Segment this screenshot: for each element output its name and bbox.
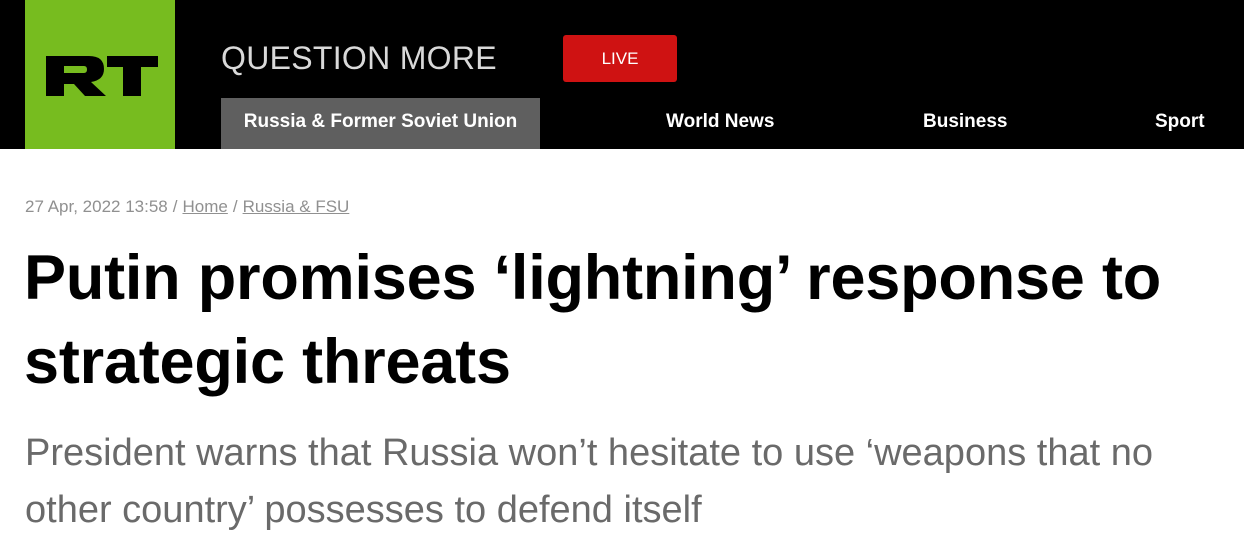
article-headline: Putin promises ‘lightning’ response to s… (24, 243, 1162, 397)
article-timestamp: 27 Apr, 2022 13:58 (25, 197, 168, 216)
nav-item-business[interactable]: Business (923, 98, 1007, 149)
breadcrumb-separator: / (232, 197, 238, 216)
breadcrumb-section-link[interactable]: Russia & FSU (243, 197, 350, 216)
article-summary: President warns that Russia won’t hesita… (25, 432, 1153, 531)
live-button[interactable]: LIVE (563, 35, 677, 82)
breadcrumb: 27 Apr, 2022 13:58/Home / Russia & FSU (25, 196, 349, 218)
site-tagline: QUESTION MORE (221, 40, 497, 76)
breadcrumb-home-link[interactable]: Home (182, 197, 227, 216)
nav-item-sport[interactable]: Sport (1155, 98, 1205, 149)
rt-logo-mark (46, 56, 158, 96)
rt-logo[interactable] (25, 0, 175, 149)
nav-item-world-news[interactable]: World News (666, 98, 774, 149)
breadcrumb-separator: / (172, 197, 178, 216)
site-header: QUESTION MORE LIVE Russia & Former Sovie… (0, 0, 1244, 149)
nav-item-russia-fsu[interactable]: Russia & Former Soviet Union (221, 98, 540, 149)
